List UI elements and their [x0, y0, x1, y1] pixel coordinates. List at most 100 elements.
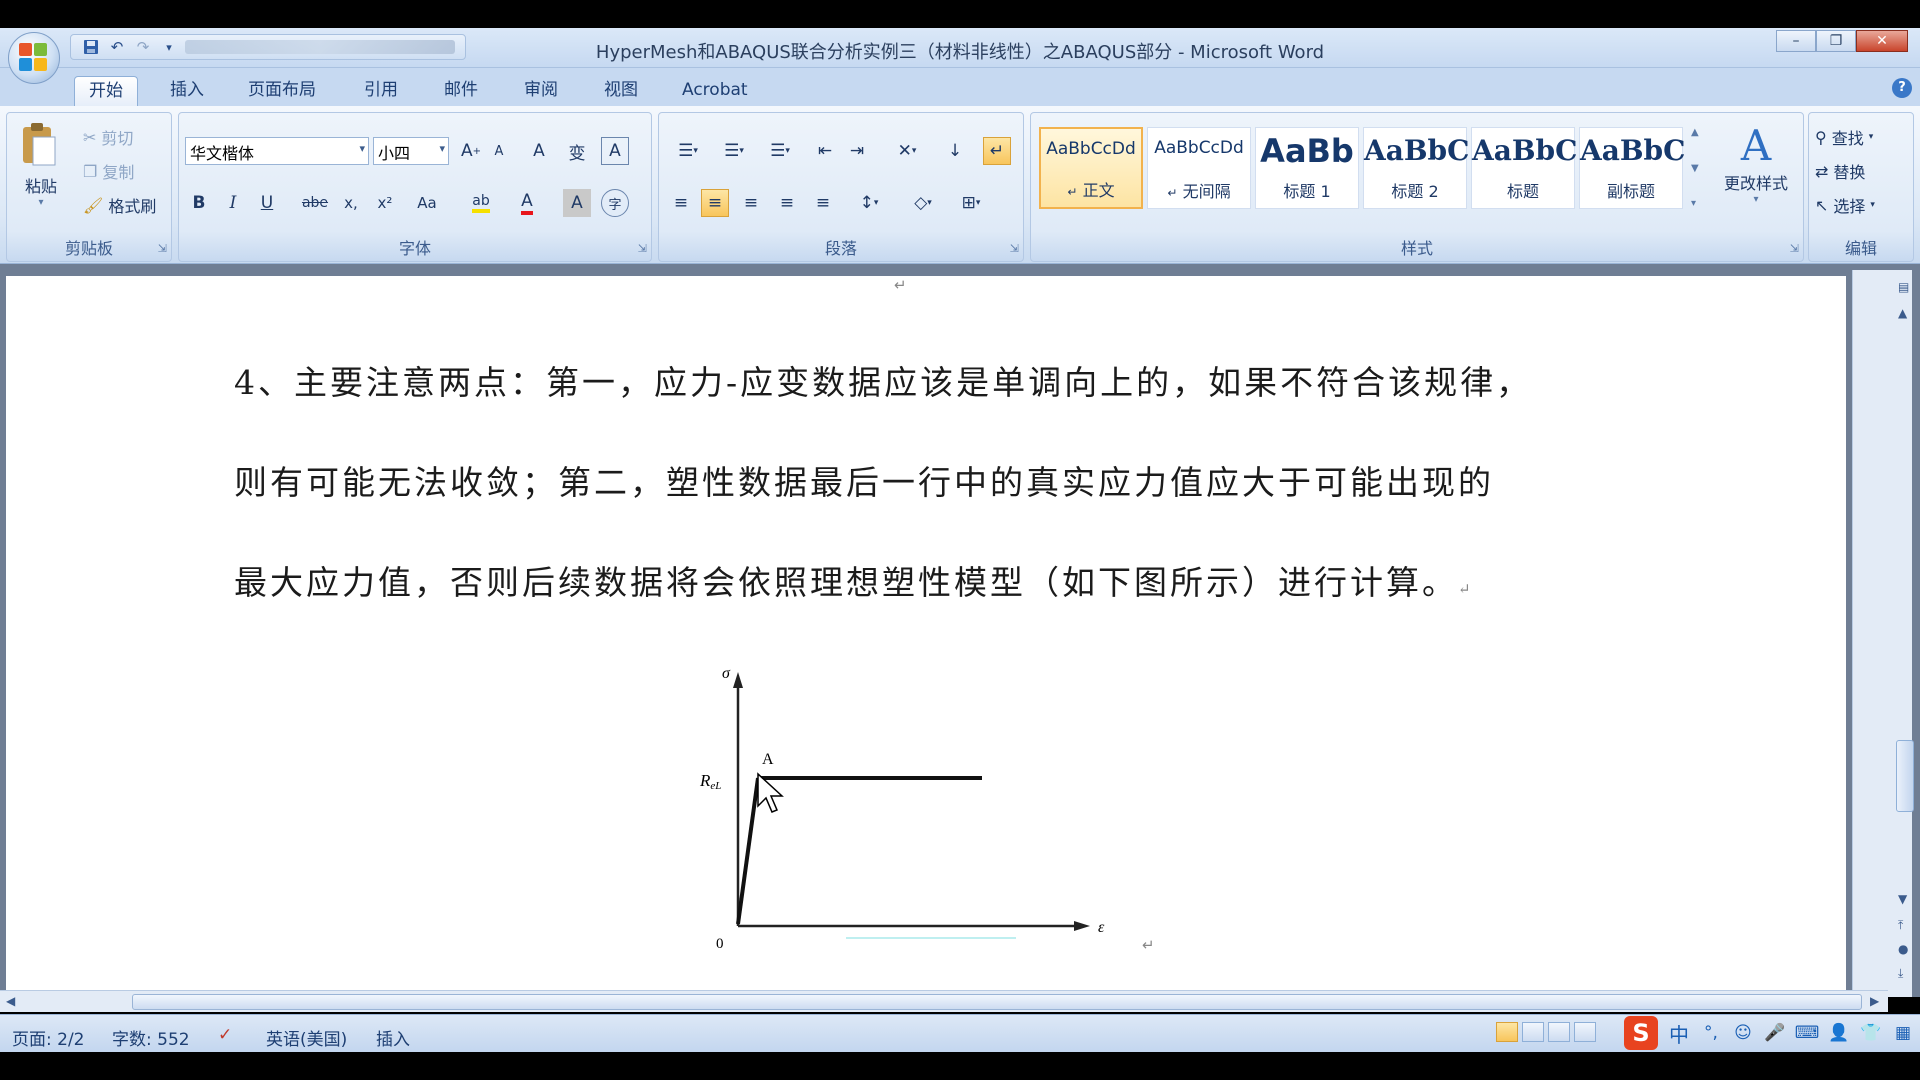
phonetic-guide-button[interactable]: 变 [563, 137, 591, 165]
style-normal[interactable]: AaBbCcDd ↵ 正文 [1039, 127, 1143, 209]
punctuation-icon[interactable]: °, [1700, 1022, 1722, 1044]
scroll-up-icon[interactable]: ▲ [1898, 306, 1907, 320]
print-layout-view-icon[interactable] [1496, 1022, 1518, 1042]
tab-acrobat[interactable]: Acrobat [668, 76, 762, 106]
emoji-icon[interactable]: ☺ [1732, 1022, 1754, 1044]
toolbox-icon[interactable]: ▦ [1892, 1022, 1914, 1044]
highlight-button[interactable]: ab [467, 189, 495, 217]
web-layout-view-icon[interactable] [1548, 1022, 1570, 1042]
document-page[interactable]: ↵ 4、主要注意两点：第一，应力-应变数据应该是单调向上的，如果不符合该规律， … [6, 276, 1846, 996]
style-heading-1[interactable]: AaBb 标题 1 [1255, 127, 1359, 209]
align-right-button[interactable]: ≡ [737, 189, 765, 217]
format-painter-button[interactable]: 🖌 格式刷 [83, 193, 156, 217]
text-line-2[interactable]: 则有可能无法收敛；第二，塑性数据最后一行中的真实应力值应大于可能出现的 [234, 456, 1494, 504]
gallery-more-icon[interactable]: ▾ [1691, 198, 1709, 209]
horizontal-scroll-thumb[interactable] [132, 994, 1862, 1010]
ruler-toggle-icon[interactable]: ▤ [1898, 280, 1909, 294]
bold-button[interactable]: B [185, 189, 213, 217]
superscript-button[interactable]: x² [371, 189, 399, 217]
word-count[interactable]: 字数: 552 [112, 1025, 190, 1050]
scroll-right-icon[interactable]: ▶ [1870, 994, 1879, 1008]
clipboard-launcher-icon[interactable]: ⇲ [158, 242, 167, 255]
style-no-spacing[interactable]: AaBbCcDd ↵ 无间隔 [1147, 127, 1251, 209]
replace-button[interactable]: ⇄ 替换 [1815, 159, 1865, 183]
sort-button[interactable]: ↓ [941, 137, 969, 165]
outline-view-icon[interactable] [1574, 1022, 1596, 1042]
page-count[interactable]: 页面: 2/2 [12, 1025, 85, 1050]
styles-gallery-scroller[interactable]: ▲ ▼ ▾ [1691, 127, 1709, 209]
browse-object-icon[interactable]: ● [1898, 942, 1908, 956]
clear-format-button[interactable]: A [525, 137, 553, 165]
styles-launcher-icon[interactable]: ⇲ [1790, 242, 1799, 255]
tab-page-layout[interactable]: 页面布局 [234, 76, 330, 106]
increase-indent-button[interactable]: ⇥ [843, 137, 871, 165]
style-heading-2[interactable]: AaBbC 标题 2 [1363, 127, 1469, 209]
sogou-ime-icon[interactable]: S [1624, 1016, 1658, 1050]
text-line-3[interactable]: 最大应力值，否则后续数据将会依照理想塑性模型（如下图所示）进行计算。↵ [234, 556, 1474, 604]
font-name-combo[interactable]: 华文楷体 ▾ [185, 137, 369, 165]
tab-review[interactable]: 审阅 [510, 76, 572, 106]
numbering-button[interactable]: ☰ ▾ [713, 137, 755, 165]
scroll-down-icon[interactable]: ▼ [1898, 892, 1907, 906]
tab-insert[interactable]: 插入 [156, 76, 218, 106]
proofing-icon[interactable]: ✓ [218, 1025, 232, 1045]
grow-font-button[interactable]: A + [457, 137, 485, 165]
close-button[interactable]: ✕ [1856, 30, 1908, 52]
select-button[interactable]: ↖ 选择 ▾ [1815, 193, 1875, 217]
tab-mailings[interactable]: 邮件 [430, 76, 492, 106]
distributed-button[interactable]: ≡ [809, 189, 837, 217]
font-size-combo[interactable]: 小四 ▾ [373, 137, 449, 165]
language-indicator[interactable]: 英语(美国) [266, 1025, 347, 1050]
change-styles-button[interactable]: A 更改样式 ▾ [1713, 121, 1799, 205]
user-icon[interactable]: 👤 [1828, 1022, 1850, 1044]
character-shading-button[interactable]: A [563, 189, 591, 217]
restore-button[interactable]: ❐ [1816, 30, 1856, 52]
style-subtitle[interactable]: AaBbC 副标题 [1579, 127, 1685, 209]
font-size-dropdown-icon[interactable]: ▾ [439, 142, 445, 155]
microphone-icon[interactable]: 🎤 [1764, 1022, 1786, 1044]
find-button[interactable]: ⚲ 查找 ▾ [1815, 125, 1873, 149]
justify-button[interactable]: ≡ [773, 189, 801, 217]
tab-home[interactable]: 开始 [74, 76, 138, 106]
font-name-dropdown-icon[interactable]: ▾ [359, 142, 365, 155]
style-title[interactable]: AaBbC 标题 [1471, 127, 1577, 209]
gallery-up-icon[interactable]: ▲ [1691, 127, 1709, 138]
next-page-icon[interactable]: ⤓ [1898, 966, 1903, 981]
enclose-characters-button[interactable]: 字 [601, 189, 629, 217]
paste-button[interactable]: 粘贴 ▾ [19, 121, 63, 221]
scroll-left-icon[interactable]: ◀ [6, 994, 15, 1008]
gallery-down-icon[interactable]: ▼ [1691, 163, 1709, 174]
align-left-button[interactable]: ≡ [667, 189, 695, 217]
office-button[interactable] [8, 32, 60, 84]
borders-button[interactable]: ⊞ ▾ [951, 189, 991, 217]
decrease-indent-button[interactable]: ⇤ [811, 137, 839, 165]
italic-button[interactable]: I [219, 189, 247, 217]
copy-button[interactable]: ❐ 复制 [83, 159, 134, 183]
ideal-plasticity-figure[interactable]: σ ε A ReL 0 ↵ [676, 656, 1156, 956]
shrink-font-button[interactable]: A [485, 137, 513, 165]
tab-view[interactable]: 视图 [590, 76, 652, 106]
minimize-button[interactable]: – [1776, 30, 1816, 52]
underline-button[interactable]: U [253, 189, 281, 217]
cut-button[interactable]: ✂ 剪切 [83, 125, 133, 149]
paragraph-launcher-icon[interactable]: ⇲ [1010, 242, 1019, 255]
chinese-mode-indicator[interactable]: 中 [1668, 1022, 1690, 1047]
character-border-button[interactable]: A [601, 137, 629, 165]
shading-button[interactable]: ◇ ▾ [903, 189, 943, 217]
text-line-1[interactable]: 4、主要注意两点：第一，应力-应变数据应该是单调向上的，如果不符合该规律， [234, 356, 1532, 404]
help-icon[interactable]: ? [1892, 78, 1912, 98]
strikethrough-button[interactable]: abe [297, 189, 333, 217]
align-center-button[interactable]: ≡ [701, 189, 729, 217]
previous-page-icon[interactable]: ⤒ [1898, 918, 1903, 933]
skin-icon[interactable]: 👕 [1860, 1022, 1882, 1044]
subscript-button[interactable]: x, [337, 189, 365, 217]
font-color-button[interactable]: A [513, 189, 541, 217]
bullets-button[interactable]: ☰ ▾ [667, 137, 709, 165]
chinese-layout-button[interactable]: ✕ ▾ [887, 137, 927, 165]
vertical-scroll-thumb[interactable] [1896, 740, 1914, 812]
show-hide-marks-button[interactable]: ↵ [983, 137, 1011, 165]
tab-references[interactable]: 引用 [350, 76, 412, 106]
multilevel-list-button[interactable]: ☰ ▾ [759, 137, 801, 165]
full-screen-reading-view-icon[interactable] [1522, 1022, 1544, 1042]
keyboard-icon[interactable]: ⌨ [1795, 1022, 1820, 1044]
